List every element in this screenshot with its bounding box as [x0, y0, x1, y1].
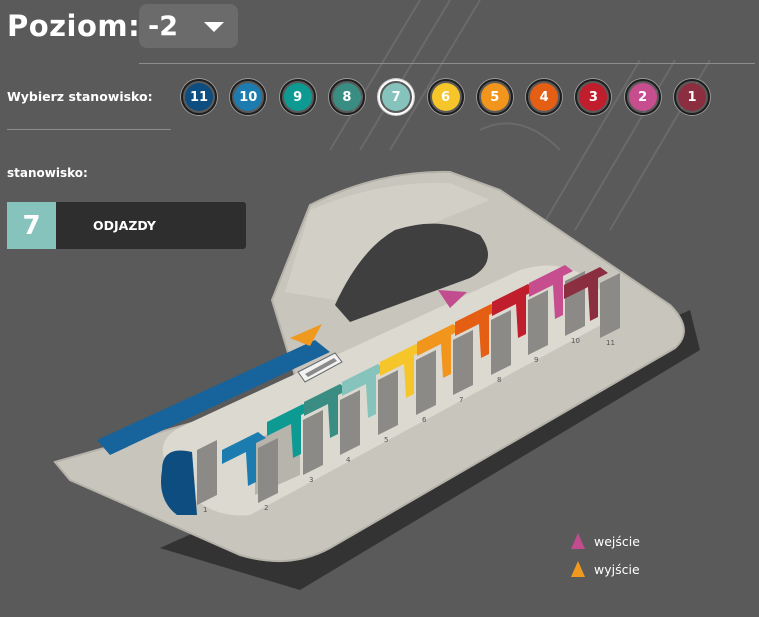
bay-number-label: 9 — [534, 356, 538, 364]
bay-slot — [528, 290, 548, 355]
bay-slot — [453, 330, 473, 395]
bay-number-label: 1 — [203, 506, 207, 514]
bay-number-label: 4 — [346, 456, 351, 464]
bay-number-label: 6 — [422, 416, 427, 424]
bay-slot — [197, 440, 217, 505]
legend-entrance: wejście — [571, 527, 640, 555]
bay-number-label: 7 — [459, 396, 463, 404]
entrance-triangle-icon — [571, 533, 585, 549]
bay-number-label: 11 — [606, 339, 615, 347]
bay-number-label: 8 — [497, 376, 501, 384]
bay-slot — [416, 350, 436, 415]
bay-slot — [378, 370, 398, 435]
bay-slot — [491, 310, 511, 375]
bus-station-map: 1 2 3 4 5 6 7 8 9 10 11 — [53, 170, 700, 590]
bay-number-label: 3 — [309, 476, 313, 484]
bay-slot — [303, 410, 323, 475]
bay-number-label: 5 — [384, 436, 388, 444]
bay-slot — [600, 273, 620, 338]
bay-slot — [340, 390, 360, 455]
legend-entrance-label: wejście — [594, 533, 640, 549]
legend-exit-label: wyjście — [594, 561, 640, 577]
bay-slot — [258, 438, 278, 503]
exit-triangle-icon — [571, 561, 585, 577]
legend-exit: wyjście — [571, 555, 640, 583]
legend: wejście wyjście — [571, 527, 640, 583]
bay-number-label: 2 — [264, 504, 268, 512]
bay-number-label: 10 — [571, 337, 580, 345]
